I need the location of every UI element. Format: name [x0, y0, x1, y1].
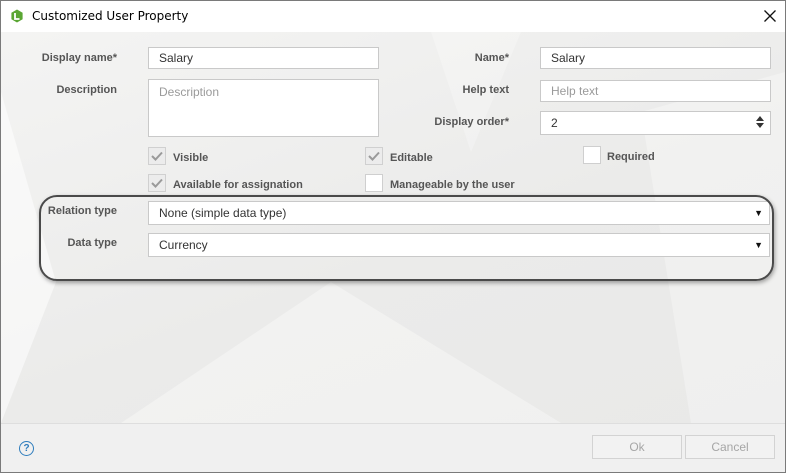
- help-text-input[interactable]: [540, 80, 771, 102]
- checkmark-icon: [151, 151, 163, 161]
- required-checkbox[interactable]: [583, 146, 601, 164]
- checkmark-icon: [151, 178, 163, 188]
- dialog-footer: ? Ok Cancel: [1, 423, 785, 472]
- available-for-assignation-checkbox[interactable]: [148, 174, 166, 192]
- help-text-label: Help text: [462, 84, 509, 96]
- title-bar: Customized User Property: [1, 1, 785, 32]
- dialog-content: Display name* Name* Description Help tex…: [1, 32, 785, 423]
- manageable-by-user-label: Manageable by the user: [390, 179, 515, 191]
- display-name-input[interactable]: [148, 47, 379, 69]
- display-order-label: Display order*: [434, 116, 509, 128]
- available-for-assignation-label: Available for assignation: [173, 179, 303, 191]
- checkmark-icon: [368, 151, 380, 161]
- description-label: Description: [56, 84, 117, 96]
- app-logo-icon: [11, 9, 23, 23]
- ok-button[interactable]: Ok: [592, 435, 682, 459]
- editable-checkbox[interactable]: [365, 147, 383, 165]
- cancel-button[interactable]: Cancel: [685, 435, 775, 459]
- close-icon: [764, 10, 776, 22]
- spinner-arrows-icon[interactable]: [756, 115, 764, 129]
- required-label: Required: [607, 151, 655, 163]
- customized-user-property-dialog: Customized User Property Display name* N…: [0, 0, 786, 473]
- display-order-value: 2: [551, 116, 558, 130]
- name-input[interactable]: [540, 47, 771, 69]
- highlight-annotation: [39, 195, 774, 281]
- visible-label: Visible: [173, 152, 209, 164]
- display-name-label: Display name*: [41, 52, 117, 64]
- name-label: Name*: [474, 52, 509, 64]
- description-textarea[interactable]: [148, 79, 379, 137]
- editable-label: Editable: [390, 152, 433, 164]
- display-order-stepper[interactable]: 2: [540, 111, 771, 135]
- manageable-by-user-checkbox[interactable]: [365, 174, 383, 192]
- window-title: Customized User Property: [32, 9, 189, 23]
- question-circle-icon[interactable]: ?: [19, 441, 34, 456]
- close-button[interactable]: [759, 5, 781, 27]
- visible-checkbox[interactable]: [148, 147, 166, 165]
